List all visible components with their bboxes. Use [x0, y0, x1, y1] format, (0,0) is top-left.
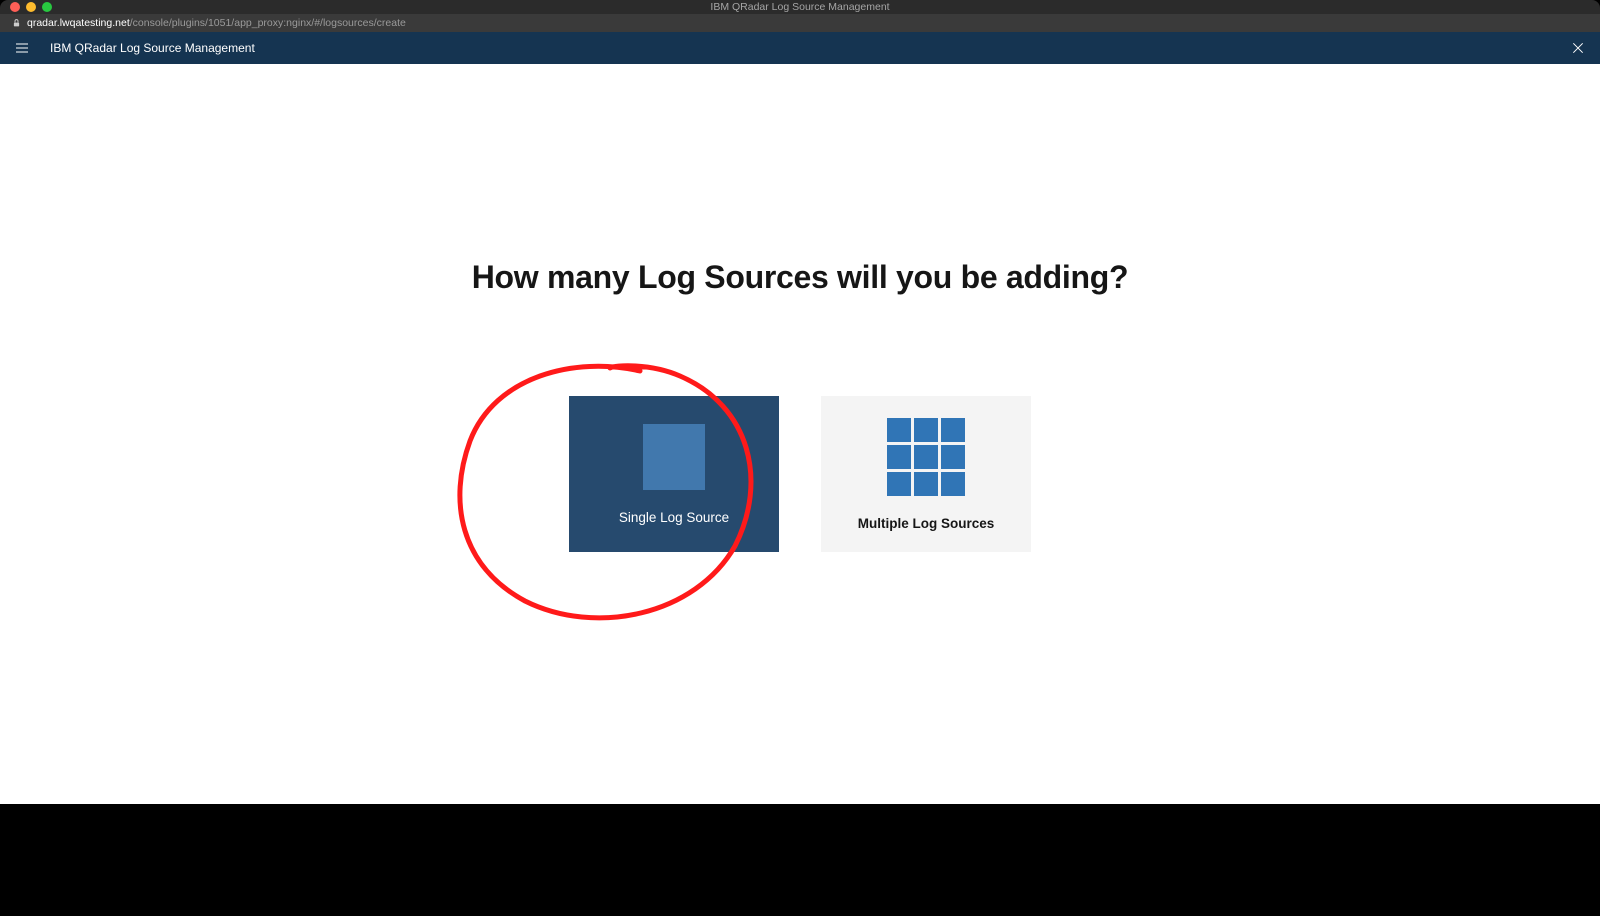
- close-window-button[interactable]: [10, 2, 20, 12]
- single-square-icon: [643, 424, 705, 490]
- card-row: Single Log Source Multiple Log Sources: [0, 396, 1600, 552]
- maximize-window-button[interactable]: [42, 2, 52, 12]
- url-bar[interactable]: qradar.lwqatesting.net /console/plugins/…: [0, 14, 1600, 32]
- url-host: qradar.lwqatesting.net: [27, 17, 130, 29]
- traffic-lights: [10, 2, 52, 12]
- close-icon[interactable]: [1570, 40, 1586, 56]
- browser-window: IBM QRadar Log Source Management qradar.…: [0, 0, 1600, 916]
- url-path: /console/plugins/1051/app_proxy:nginx/#/…: [130, 17, 406, 29]
- hamburger-menu-icon[interactable]: [14, 40, 30, 56]
- lock-icon: [12, 18, 21, 28]
- single-log-source-card[interactable]: Single Log Source: [569, 396, 779, 552]
- bottom-letterbox: [0, 804, 1600, 916]
- minimize-window-button[interactable]: [26, 2, 36, 12]
- window-title: IBM QRadar Log Source Management: [710, 1, 889, 13]
- grid-icon: [887, 418, 965, 496]
- titlebar: IBM QRadar Log Source Management: [0, 0, 1600, 14]
- page-heading: How many Log Sources will you be adding?: [0, 259, 1600, 296]
- content-area: How many Log Sources will you be adding?…: [0, 64, 1600, 804]
- app-header-title: IBM QRadar Log Source Management: [50, 41, 255, 55]
- multiple-log-sources-label: Multiple Log Sources: [858, 516, 995, 531]
- multiple-log-sources-card[interactable]: Multiple Log Sources: [821, 396, 1031, 552]
- app-header: IBM QRadar Log Source Management: [0, 32, 1600, 64]
- single-log-source-label: Single Log Source: [619, 510, 729, 525]
